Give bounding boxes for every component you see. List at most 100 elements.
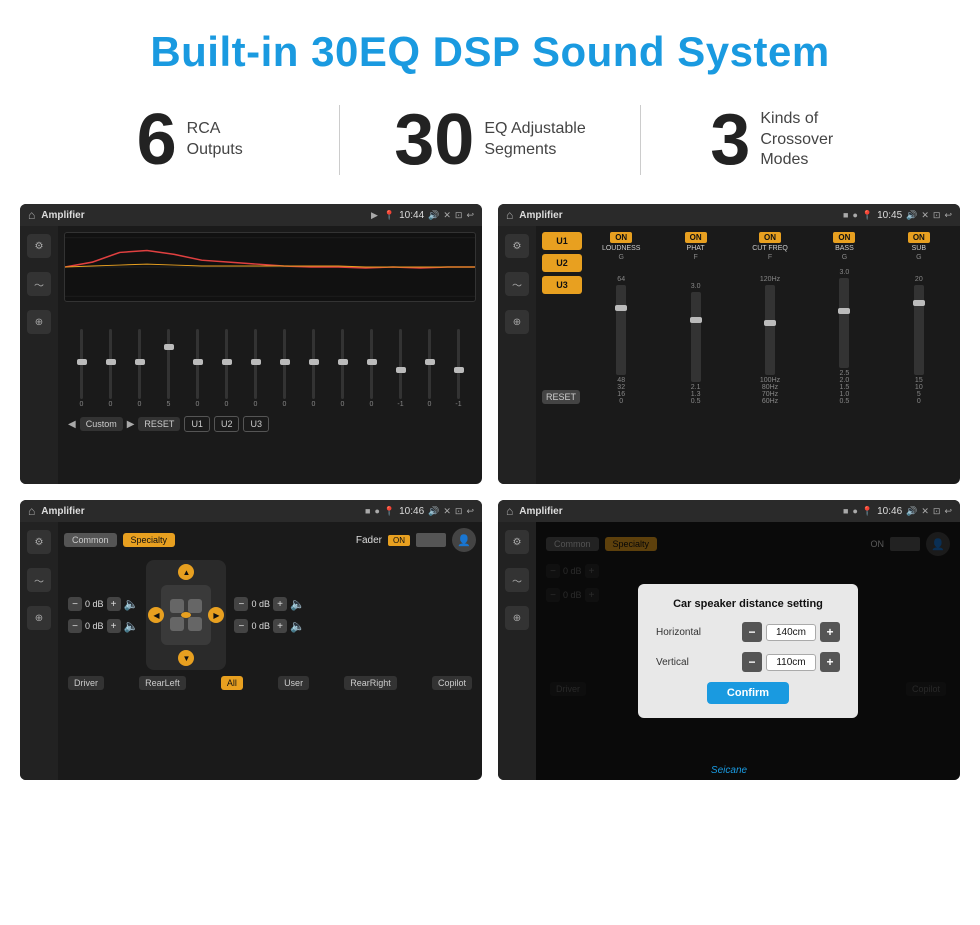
eq-slider-3[interactable]: 5 xyxy=(155,329,182,408)
vertical-minus-btn[interactable]: − xyxy=(742,652,762,672)
eq-slider-0[interactable]: 0 xyxy=(68,329,95,408)
cross-on-phat[interactable]: ON xyxy=(685,232,707,243)
eq-slider-5[interactable]: 0 xyxy=(213,329,240,408)
confirm-button[interactable]: Confirm xyxy=(707,682,789,704)
btn-all[interactable]: All xyxy=(221,676,243,690)
close-icon-2[interactable]: ✕ xyxy=(921,210,929,221)
home-icon-3[interactable]: ⌂ xyxy=(28,504,35,518)
speaker-icon[interactable]: 🔊 xyxy=(428,210,439,221)
vol-minus-tl[interactable]: − xyxy=(68,597,82,611)
waveform-icon-4[interactable]: 〜 xyxy=(505,568,529,592)
back-icon-4[interactable]: ↩ xyxy=(944,506,952,517)
tab-specialty-3[interactable]: Specialty xyxy=(123,533,176,547)
cross-on-cutfreq[interactable]: ON xyxy=(759,232,781,243)
cross-fader-bass-a[interactable]: 3.0 2.5 2.0 1.5 1.0 0.5 xyxy=(839,269,849,405)
window-icon-4[interactable]: ⊡ xyxy=(933,506,941,517)
back-icon[interactable]: ↩ xyxy=(466,210,474,221)
close-icon-3[interactable]: ✕ xyxy=(443,506,451,517)
eq-slider-12[interactable]: 0 xyxy=(416,329,443,408)
eq-u1-btn[interactable]: U1 xyxy=(184,416,210,432)
speaker-icon-3[interactable]: 🔊 xyxy=(428,506,439,517)
eq-u3-btn[interactable]: U3 xyxy=(243,416,269,432)
vol-plus-bl[interactable]: + xyxy=(107,619,121,633)
btn-copilot[interactable]: Copilot xyxy=(432,676,472,690)
vertical-plus-btn[interactable]: + xyxy=(820,652,840,672)
back-icon-2[interactable]: ↩ xyxy=(944,210,952,221)
balance-icon-2[interactable]: ⊕ xyxy=(505,310,529,334)
cross-on-sub[interactable]: ON xyxy=(908,232,930,243)
close-icon-4[interactable]: ✕ xyxy=(921,506,929,517)
vol-plus-tr[interactable]: + xyxy=(273,597,287,611)
next-icon[interactable]: ▶ xyxy=(127,419,135,430)
stat-rca-number: 6 xyxy=(137,104,177,176)
eq-slider-7[interactable]: 0 xyxy=(271,329,298,408)
window-icon-2[interactable]: ⊡ xyxy=(933,210,941,221)
arrow-right[interactable]: ▶ xyxy=(208,607,224,623)
tab-common-3[interactable]: Common xyxy=(64,533,117,547)
eq-settings-icon-2[interactable]: ⚙ xyxy=(505,234,529,258)
arrow-left[interactable]: ◀ xyxy=(148,607,164,623)
cross-fader-sub-a[interactable]: 20 15 10 5 0 xyxy=(914,276,924,405)
cross-on-bass[interactable]: ON xyxy=(833,232,855,243)
vol-minus-bl[interactable]: − xyxy=(68,619,82,633)
vol-plus-tl[interactable]: + xyxy=(107,597,121,611)
eq-slider-10[interactable]: 0 xyxy=(358,329,385,408)
play-icon[interactable]: ▶ xyxy=(371,210,378,221)
back-icon-3[interactable]: ↩ xyxy=(466,506,474,517)
speaker-icon-4[interactable]: 🔊 xyxy=(906,506,917,517)
eq-settings-icon-3[interactable]: ⚙ xyxy=(27,530,51,554)
prev-icon[interactable]: ◀ xyxy=(68,419,76,430)
waveform-icon[interactable]: 〜 xyxy=(27,272,51,296)
cross-on-loudness[interactable]: ON xyxy=(610,232,632,243)
eq-slider-13[interactable]: -1 xyxy=(445,329,472,408)
cross-u3-btn[interactable]: U3 xyxy=(542,276,582,294)
btn-driver[interactable]: Driver xyxy=(68,676,104,690)
watermark: Seicane xyxy=(711,765,747,776)
eq-slider-1[interactable]: 0 xyxy=(97,329,124,408)
cross-fader-loudness-a[interactable]: 64 48 32 16 0 xyxy=(616,276,626,405)
close-icon[interactable]: ✕ xyxy=(443,210,451,221)
home-icon-4[interactable]: ⌂ xyxy=(506,504,513,518)
vol-minus-tr[interactable]: − xyxy=(234,597,248,611)
eq-slider-8[interactable]: 0 xyxy=(300,329,327,408)
balance-icon-3[interactable]: ⊕ xyxy=(27,606,51,630)
cross-u1-btn[interactable]: U1 xyxy=(542,232,582,250)
eq-reset-btn[interactable]: RESET xyxy=(138,417,180,431)
fader-slider[interactable] xyxy=(416,533,446,547)
balance-icon[interactable]: ⊕ xyxy=(27,310,51,334)
balance-icon-4[interactable]: ⊕ xyxy=(505,606,529,630)
vol-plus-br[interactable]: + xyxy=(273,619,287,633)
horizontal-plus-btn[interactable]: + xyxy=(820,622,840,642)
horizontal-minus-btn[interactable]: − xyxy=(742,622,762,642)
arrow-up[interactable]: ▲ xyxy=(178,564,194,580)
eq-settings-icon-4[interactable]: ⚙ xyxy=(505,530,529,554)
btn-user[interactable]: User xyxy=(278,676,309,690)
speaker-icon-2[interactable]: 🔊 xyxy=(906,210,917,221)
home-icon[interactable]: ⌂ xyxy=(28,208,35,222)
fader-on-btn[interactable]: ON xyxy=(388,535,410,546)
cross-u2-btn[interactable]: U2 xyxy=(542,254,582,272)
window-icon-3[interactable]: ⊡ xyxy=(455,506,463,517)
window-icon[interactable]: ⊡ xyxy=(455,210,463,221)
cross-reset-btn[interactable]: RESET xyxy=(542,390,580,404)
vol-minus-br[interactable]: − xyxy=(234,619,248,633)
eq-slider-6[interactable]: 0 xyxy=(242,329,269,408)
screen-crossover: ⌂ Amplifier ■ ● 📍 10:45 🔊 ✕ ⊡ ↩ ⚙ 〜 ⊕ xyxy=(498,204,960,484)
fader-user-icon[interactable]: 👤 xyxy=(452,528,476,552)
eq-settings-icon[interactable]: ⚙ xyxy=(27,234,51,258)
cross-fader-cutfreq-a[interactable]: 120Hz 100Hz 80Hz 70Hz 60Hz xyxy=(760,276,780,405)
eq-slider-11[interactable]: -1 xyxy=(387,329,414,408)
eq-slider-4[interactable]: 0 xyxy=(184,329,211,408)
dialog-row-horizontal: Horizontal − 140cm + xyxy=(656,622,840,642)
arrow-down[interactable]: ▼ xyxy=(178,650,194,666)
eq-slider-9[interactable]: 0 xyxy=(329,329,356,408)
btn-rearright[interactable]: RearRight xyxy=(344,676,397,690)
home-icon-2[interactable]: ⌂ xyxy=(506,208,513,222)
waveform-icon-2[interactable]: 〜 xyxy=(505,272,529,296)
btn-rearleft[interactable]: RearLeft xyxy=(139,676,186,690)
eq-custom-btn[interactable]: Custom xyxy=(80,417,123,431)
waveform-icon-3[interactable]: 〜 xyxy=(27,568,51,592)
eq-slider-2[interactable]: 0 xyxy=(126,329,153,408)
cross-fader-phat-a[interactable]: 3.0 2.1 1.3 0.5 xyxy=(691,283,701,405)
eq-u2-btn[interactable]: U2 xyxy=(214,416,240,432)
